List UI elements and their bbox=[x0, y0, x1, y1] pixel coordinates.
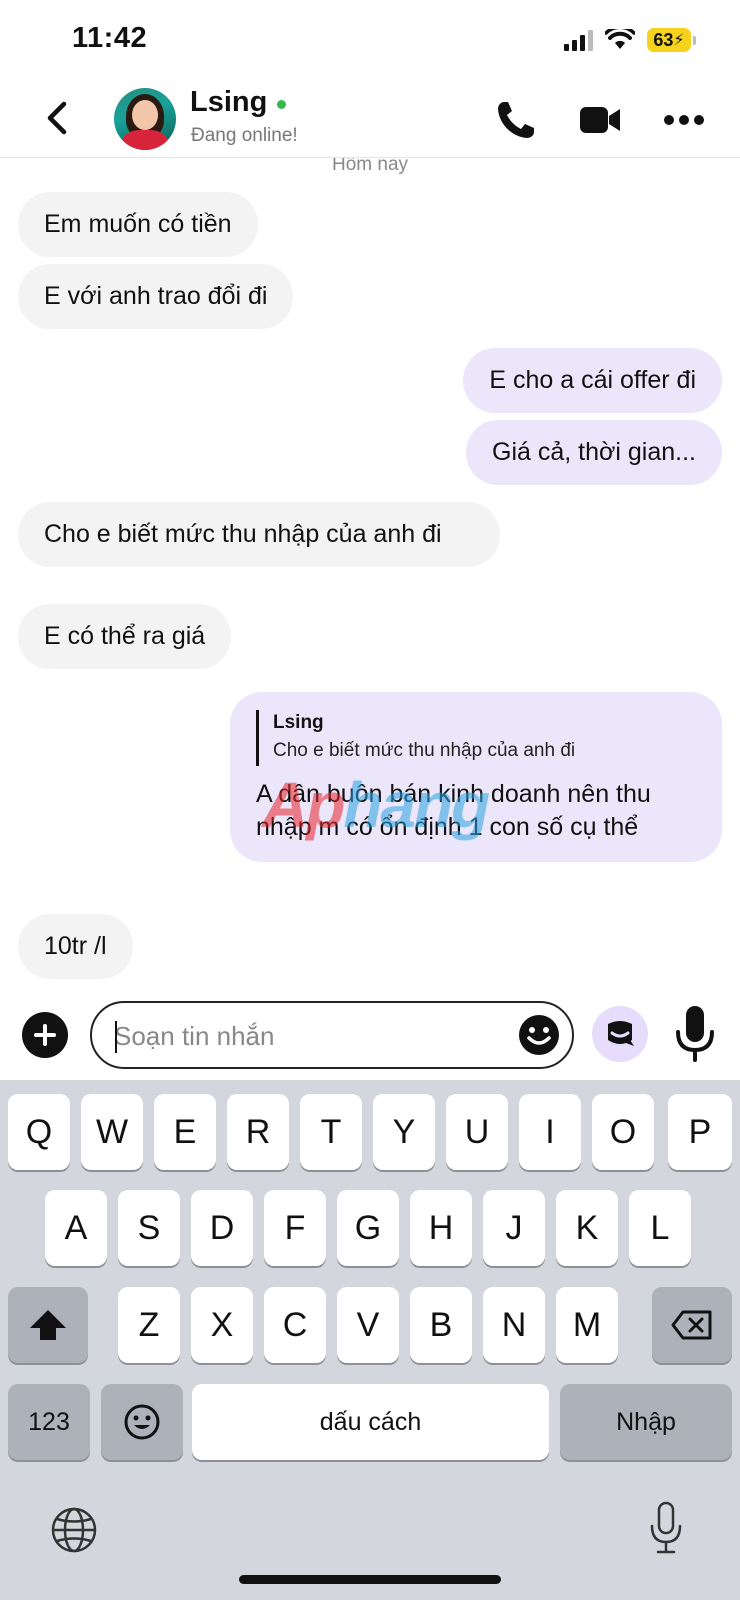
message-incoming[interactable]: E với anh trao đổi đi bbox=[18, 264, 294, 329]
key-h[interactable]: H bbox=[410, 1190, 472, 1266]
emoji-keyboard-icon bbox=[124, 1404, 160, 1440]
message-outgoing[interactable]: E cho a cái offer đi bbox=[463, 348, 722, 413]
emoji-icon[interactable] bbox=[518, 1014, 560, 1056]
space-key[interactable]: dấu cách bbox=[192, 1384, 549, 1460]
battery-level: 63 bbox=[653, 29, 674, 50]
key-y[interactable]: Y bbox=[373, 1094, 435, 1170]
text-caret bbox=[115, 1021, 117, 1053]
key-l[interactable]: L bbox=[629, 1190, 691, 1266]
key-k[interactable]: K bbox=[556, 1190, 618, 1266]
sticker-icon[interactable] bbox=[592, 1006, 648, 1062]
message-outgoing[interactable]: Giá cả, thời gian... bbox=[466, 420, 722, 485]
key-v[interactable]: V bbox=[337, 1287, 399, 1363]
key-s[interactable]: S bbox=[118, 1190, 180, 1266]
key-o[interactable]: O bbox=[592, 1094, 654, 1170]
key-b[interactable]: B bbox=[410, 1287, 472, 1363]
contact-status: Đang online! bbox=[191, 125, 298, 146]
backspace-key[interactable] bbox=[652, 1287, 732, 1363]
status-icons: 63 ⚡ bbox=[564, 28, 696, 52]
battery-icon: 63 ⚡ bbox=[647, 28, 696, 52]
phone-icon[interactable] bbox=[494, 98, 538, 142]
more-icon[interactable] bbox=[662, 98, 706, 142]
return-key[interactable]: Nhập bbox=[560, 1384, 732, 1460]
message-incoming[interactable]: 10tr /l bbox=[18, 914, 133, 979]
quoted-text: Cho e biết mức thu nhập của anh đi bbox=[273, 740, 576, 761]
home-indicator[interactable] bbox=[239, 1575, 501, 1584]
key-g[interactable]: G bbox=[337, 1190, 399, 1266]
key-a[interactable]: A bbox=[45, 1190, 107, 1266]
wifi-icon bbox=[605, 29, 635, 49]
key-d[interactable]: D bbox=[191, 1190, 253, 1266]
contact-name[interactable]: Lsing bbox=[190, 86, 267, 119]
emoji-key[interactable] bbox=[101, 1384, 183, 1460]
key-p[interactable]: P bbox=[668, 1094, 732, 1170]
avatar[interactable] bbox=[114, 88, 176, 150]
message-incoming[interactable]: E có thể ra giá bbox=[18, 604, 232, 669]
quoted-reply[interactable]: Lsing Cho e biết mức thu nhập của anh đi bbox=[256, 710, 696, 766]
key-n[interactable]: N bbox=[483, 1287, 545, 1363]
key-c[interactable]: C bbox=[264, 1287, 326, 1363]
dictation-icon[interactable] bbox=[648, 1500, 684, 1558]
shift-key[interactable] bbox=[8, 1287, 88, 1363]
message-text: A dân buôn bán kinh doanh nên thu nhập m… bbox=[256, 780, 651, 841]
cellular-signal-icon bbox=[564, 29, 593, 51]
status-bar: 11:42 63 ⚡ bbox=[0, 0, 740, 80]
key-j[interactable]: J bbox=[483, 1190, 545, 1266]
numbers-key[interactable]: 123 bbox=[8, 1384, 90, 1460]
shift-icon bbox=[30, 1310, 66, 1340]
online-indicator bbox=[277, 100, 286, 109]
message-incoming[interactable]: Cho e biết mức thu nhập của anh đi bbox=[18, 502, 500, 567]
key-t[interactable]: T bbox=[300, 1094, 362, 1170]
composer-bar bbox=[0, 994, 740, 1080]
key-u[interactable]: U bbox=[446, 1094, 508, 1170]
video-icon[interactable] bbox=[578, 98, 622, 142]
message-input-box[interactable] bbox=[90, 1001, 574, 1069]
key-f[interactable]: F bbox=[264, 1190, 326, 1266]
key-w[interactable]: W bbox=[81, 1094, 143, 1170]
message-outgoing-reply[interactable]: Lsing Cho e biết mức thu nhập của anh đi… bbox=[230, 692, 722, 862]
message-list[interactable]: Hôm nay Em muốn có tiền E với anh trao đ… bbox=[0, 158, 740, 994]
key-m[interactable]: M bbox=[556, 1287, 618, 1363]
key-i[interactable]: I bbox=[519, 1094, 581, 1170]
back-icon[interactable] bbox=[40, 98, 76, 138]
quoted-sender: Lsing bbox=[273, 712, 324, 733]
key-r[interactable]: R bbox=[227, 1094, 289, 1170]
key-q[interactable]: Q bbox=[8, 1094, 70, 1170]
chat-header: Lsing Đang online! bbox=[0, 80, 740, 158]
backspace-icon bbox=[671, 1310, 712, 1340]
date-separator: Hôm nay bbox=[331, 158, 409, 175]
microphone-icon[interactable] bbox=[672, 1002, 718, 1066]
key-x[interactable]: X bbox=[191, 1287, 253, 1363]
keyboard: Q W E R T Y U I O P A S D F G H J K L Z … bbox=[0, 1080, 740, 1600]
message-input[interactable] bbox=[114, 1015, 494, 1057]
plus-icon[interactable] bbox=[22, 1012, 68, 1058]
globe-icon[interactable] bbox=[50, 1506, 98, 1554]
message-incoming[interactable]: Em muốn có tiền bbox=[18, 192, 258, 257]
key-z[interactable]: Z bbox=[118, 1287, 180, 1363]
key-e[interactable]: E bbox=[154, 1094, 216, 1170]
status-time: 11:42 bbox=[72, 22, 148, 54]
